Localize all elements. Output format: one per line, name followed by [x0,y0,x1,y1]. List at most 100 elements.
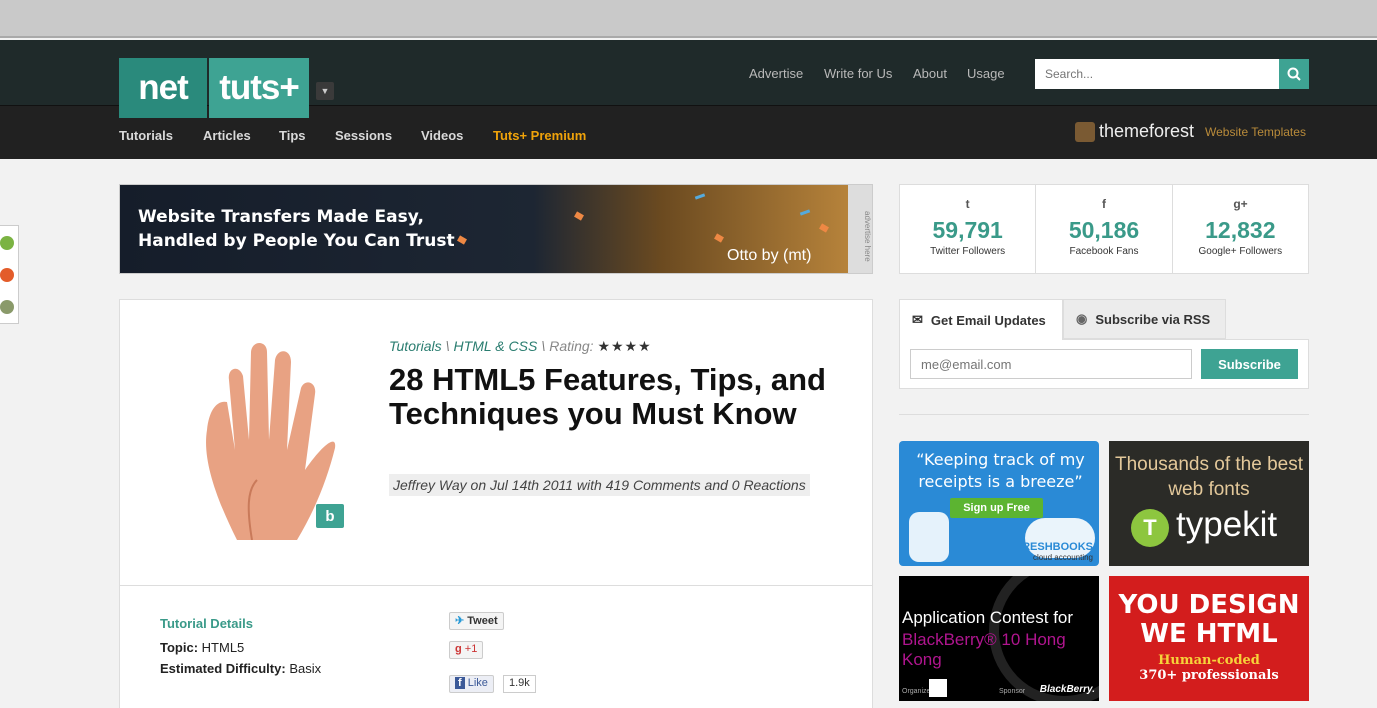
facebook-fans-cell[interactable]: f 50,186 Facebook Fans [1036,185,1173,273]
rating-label: Rating: [549,338,594,354]
leaf-icon[interactable] [0,236,14,250]
website-templates-link[interactable]: Website Templates [1205,125,1306,139]
bounce-badge[interactable]: b [316,504,344,528]
twitter-followers-cell[interactable]: t 59,791 Twitter Followers [900,185,1037,273]
tab-email-updates[interactable]: ✉ Get Email Updates [899,299,1063,340]
facebook-icon: f [1101,197,1106,211]
twitter-icon: t [965,197,970,211]
nav-tutorials[interactable]: Tutorials [119,128,173,143]
article-byline: Jeffrey Way on Jul 14th 2011 with 419 Co… [389,474,810,496]
you-design-we-html-ad[interactable]: YOU DESIGN WE HTML Human-coded 370+ prof… [1109,576,1309,701]
banner-ad[interactable]: Website Transfers Made Easy, Handled by … [119,184,873,274]
nav-videos[interactable]: Videos [421,128,463,143]
nav-tips[interactable]: Tips [279,128,306,143]
typekit-wordmark: typekit [1176,505,1278,544]
breadcrumb-separator: \ [541,338,546,354]
search-icon [1287,67,1301,81]
plus-one-label: +1 [464,643,478,655]
facebook-like-button[interactable]: f Like [449,675,494,693]
left-toolbar [0,225,19,324]
search-input[interactable] [1035,59,1279,89]
google-plus-count: 12,832 [1205,217,1276,243]
ywh-line2: WE HTML [1140,619,1278,649]
blackberry-ad-line2: BlackBerry® 10 Hong Kong [902,630,1066,669]
twitter-bird-icon: ✈ [455,615,465,627]
rss-icon: ◉ [1076,311,1088,326]
breadcrumb-separator: \ [445,338,450,354]
banner-ad-line2: Handled by People You Can Trust [138,231,455,251]
google-plus-label: Google+ Followers [1198,246,1283,257]
google-plus-icon: g [455,643,462,655]
nav-sessions[interactable]: Sessions [335,128,392,143]
top-link-usage[interactable]: Usage [967,66,1005,81]
typekit-logo-icon: T [1131,509,1169,547]
topic-value: HTML5 [201,640,245,655]
ywh-line4: 370+ professionals [1139,668,1279,683]
freshbooks-brand-sub: cloud accounting [1032,553,1093,562]
social-counts: t 59,791 Twitter Followers f 50,186 Face… [899,184,1309,274]
nav-tuts-premium[interactable]: Tuts+ Premium [493,128,586,143]
nettuts-logo[interactable]: net tuts+ [119,58,309,118]
themeforest-name: themeforest [1099,121,1195,141]
freshbooks-ad[interactable]: “Keeping track of my receipts is a breez… [899,441,1099,566]
google-plus-followers-cell[interactable]: g+ 12,832 Google+ Followers [1173,185,1308,273]
banner-ad-line1: Website Transfers Made Easy, [138,207,424,227]
breadcrumb-tutorials[interactable]: Tutorials [389,338,442,354]
tweet-button[interactable]: ✈ Tweet [449,612,504,630]
sidebar-divider [899,414,1309,415]
google-plus-one-button[interactable]: g +1 [449,641,484,659]
logo-tuts: tuts+ [209,58,309,118]
banner-ad-brand: Otto by (mt) [727,247,812,264]
banner-decoration [714,233,724,243]
top-link-advertise[interactable]: Advertise [749,66,803,81]
ywh-line1: YOU DESIGN [1118,590,1300,620]
tab-email-label: Get Email Updates [930,312,1046,328]
banner-decoration [819,223,829,233]
freshbooks-quote: “Keeping track of my receipts is a breez… [916,450,1085,491]
article-title: 28 HTML5 Features, Tips, and Techniques … [389,362,826,431]
themeforest-logo[interactable]: themeforest [1075,121,1194,142]
search-button[interactable] [1279,59,1309,89]
freshbooks-mascot [909,512,949,562]
nav-articles[interactable]: Articles [203,128,251,143]
difficulty-value: Basix [289,661,322,676]
blackberry-contest-ad[interactable]: Application Contest for BlackBerry® 10 H… [899,576,1099,701]
freshbooks-brand: FRESHBOOKS cloud accounting [1015,541,1093,562]
rating-stars: ★★★★ [597,338,652,354]
freshbooks-brand-name: FRESHBOOKS [1015,541,1093,553]
logo-dropdown-icon[interactable]: ▼ [316,82,334,100]
advertise-here-label[interactable]: advertise here [848,185,872,273]
like-label: Like [467,677,488,689]
lifebuoy-icon[interactable] [0,268,14,282]
banner-decoration [457,235,467,245]
difficulty-label: Estimated Difficulty: [160,661,286,676]
article-divider [120,585,872,586]
logo-net: net [119,58,207,118]
facebook-like-count: 1.9k [503,675,536,693]
browser-chrome [0,0,1377,38]
ywh-line3: Human-coded [1158,653,1260,668]
tutorial-topic: Topic: HTML5 [160,640,244,655]
blackberry-ad-sponsor: Sponsor [999,688,1026,695]
tweet-label: Tweet [467,615,498,627]
themeforest-leaf-icon [1075,121,1095,142]
freshbooks-signup-button[interactable]: Sign up Free [950,498,1043,518]
breadcrumb: Tutorials \ HTML & CSS \ Rating: ★★★★ [389,338,652,355]
facebook-count: 50,186 [1068,217,1140,243]
email-field[interactable] [910,349,1192,379]
typekit-tagline: Thousands of the best web fonts [1114,454,1303,500]
top-link-about[interactable]: About [913,66,947,81]
twitter-count: 59,791 [932,217,1003,243]
top-link-write-for-us[interactable]: Write for Us [824,66,892,81]
facebook-icon: f [455,677,465,689]
tab-subscribe-rss[interactable]: ◉ Subscribe via RSS [1063,299,1226,339]
subscribe-button[interactable]: Subscribe [1201,349,1298,379]
breadcrumb-html-css[interactable]: HTML & CSS [454,338,538,354]
envelope-icon: ✉ [912,312,923,327]
tools-icon[interactable] [0,300,14,314]
blackberry-ad-line1: Application Contest for [902,608,1074,627]
banner-decoration [694,193,706,200]
typekit-ad[interactable]: Thousands of the best web fonts T typeki… [1109,441,1309,566]
banner-decoration [574,211,584,221]
tutorial-difficulty: Estimated Difficulty: Basix [160,661,321,676]
